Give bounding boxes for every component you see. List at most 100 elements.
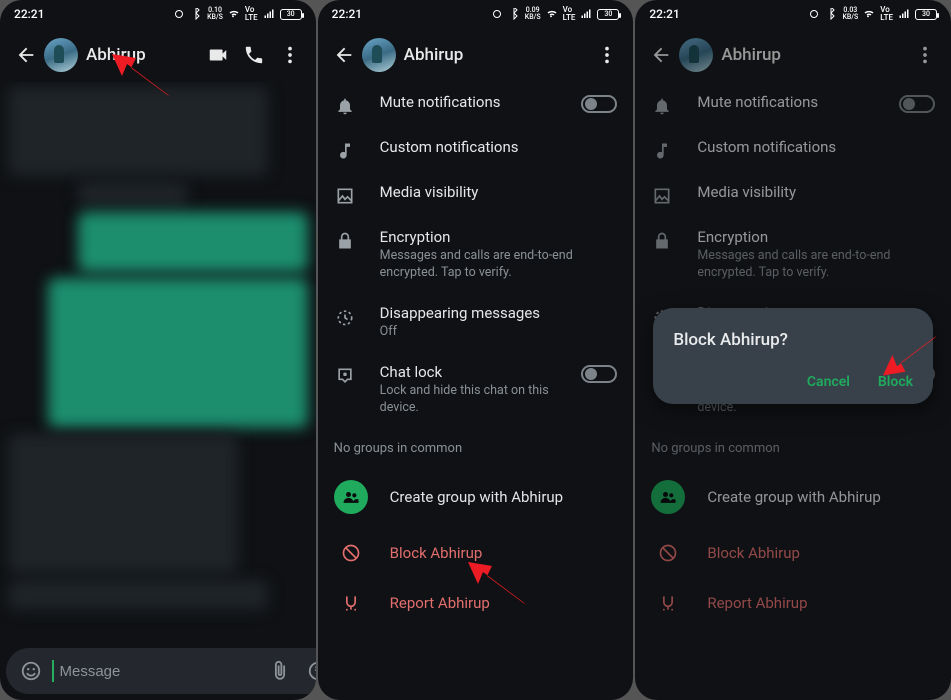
media-visibility-row: Media visibility: [635, 172, 951, 217]
video-call-button[interactable]: [200, 37, 236, 73]
report-row[interactable]: Report Abhirup: [318, 578, 634, 628]
dialog-cancel-button[interactable]: Cancel: [807, 374, 850, 390]
battery-indicator: 30: [597, 9, 619, 20]
lock-icon: [651, 228, 673, 251]
setting-title: Encryption: [697, 228, 935, 246]
mute-toggle[interactable]: [581, 95, 617, 113]
message-in[interactable]: [8, 580, 268, 610]
back-button[interactable]: [8, 37, 44, 73]
alarm-icon: [808, 8, 820, 20]
message-out[interactable]: [48, 278, 308, 428]
chat-lock-row[interactable]: Chat lock Lock and hide this chat on this…: [318, 352, 634, 428]
status-bar: 22:21 0.09KB/S VoLTE 30: [318, 0, 634, 28]
payment-button[interactable]: [301, 654, 316, 688]
status-time: 22:21: [649, 7, 679, 21]
bluetooth-icon: [508, 8, 520, 20]
message-out[interactable]: [78, 212, 308, 272]
groups-label: No groups in common: [318, 427, 634, 466]
encryption-row[interactable]: EncryptionMessages and calls are end-to-…: [318, 217, 634, 293]
block-row[interactable]: Block Abhirup: [318, 528, 634, 578]
contact-name[interactable]: Abhirup: [721, 45, 907, 65]
more-menu-button[interactable]: [589, 37, 625, 73]
volte-indicator: VoLTE: [880, 6, 893, 22]
setting-subtitle: Messages and calls are end-to-end encryp…: [697, 248, 935, 282]
chat-body[interactable]: [0, 82, 316, 642]
setting-title: Media visibility: [380, 183, 618, 201]
contact-name[interactable]: Abhirup: [86, 45, 200, 65]
mute-notifications-row[interactable]: Mute notifications: [318, 82, 634, 127]
more-menu-button[interactable]: [272, 37, 308, 73]
dialog-block-button[interactable]: Block: [878, 374, 913, 390]
signal-icon: [263, 8, 275, 20]
mute-notifications-row: Mute notifications: [635, 82, 951, 127]
group-icon: [334, 480, 368, 514]
back-button[interactable]: [326, 37, 362, 73]
chat-header: Abhirup: [0, 28, 316, 82]
message-in[interactable]: [8, 86, 268, 176]
more-menu-button[interactable]: [907, 37, 943, 73]
wifi-icon: [546, 8, 558, 20]
message-input[interactable]: [60, 663, 259, 680]
status-bar: 22:21 0.03KB/S VoLTE 30: [635, 0, 951, 28]
setting-title: Custom notifications: [380, 138, 618, 156]
action-label: Block Abhirup: [707, 544, 800, 562]
block-confirm-dialog: Block Abhirup? Cancel Block: [653, 308, 933, 404]
custom-notifications-row: Custom notifications: [635, 127, 951, 172]
network-speed: 0.09KB/S: [525, 7, 541, 21]
action-label: Block Abhirup: [390, 544, 483, 562]
action-label: Report Abhirup: [390, 594, 490, 612]
setting-title: Mute notifications: [697, 93, 875, 111]
lock-icon: [334, 228, 356, 251]
status-bar: 22:21 0.10KB/S VoLTE 30: [0, 0, 316, 28]
mute-toggle: [899, 95, 935, 113]
info-header: Abhirup: [635, 28, 951, 82]
battery-indicator: 30: [915, 9, 937, 20]
image-icon: [651, 183, 673, 206]
setting-subtitle: Lock and hide this chat on this device.: [380, 383, 558, 417]
setting-title: Chat lock: [380, 363, 558, 381]
block-icon: [340, 542, 362, 564]
action-label: Create group with Abhirup: [390, 488, 563, 506]
timer-icon: [334, 304, 356, 327]
block-row: Block Abhirup: [635, 528, 951, 578]
text-cursor: [52, 660, 54, 682]
contact-settings-list[interactable]: Mute notifications Custom notifications …: [318, 82, 634, 700]
message-in[interactable]: [78, 182, 188, 206]
attach-button[interactable]: [263, 654, 297, 688]
group-icon: [651, 480, 685, 514]
message-in[interactable]: [8, 434, 238, 574]
setting-subtitle: Off: [380, 324, 618, 341]
create-group-row: Create group with Abhirup: [635, 466, 951, 528]
setting-title: Disappearing messages: [380, 304, 618, 322]
contact-name[interactable]: Abhirup: [404, 45, 590, 65]
groups-label: No groups in common: [635, 427, 951, 466]
back-button[interactable]: [643, 37, 679, 73]
setting-title: Custom notifications: [697, 138, 935, 156]
emoji-button[interactable]: [14, 654, 48, 688]
action-label: Create group with Abhirup: [707, 488, 880, 506]
media-visibility-row[interactable]: Media visibility: [318, 172, 634, 217]
bell-icon: [651, 93, 673, 116]
report-icon: [657, 592, 679, 614]
status-time: 22:21: [332, 7, 362, 21]
custom-notifications-row[interactable]: Custom notifications: [318, 127, 634, 172]
voice-call-button[interactable]: [236, 37, 272, 73]
contact-avatar[interactable]: [679, 38, 713, 72]
report-icon: [340, 592, 362, 614]
create-group-row[interactable]: Create group with Abhirup: [318, 466, 634, 528]
signal-icon: [898, 8, 910, 20]
report-row: Report Abhirup: [635, 578, 951, 628]
input-bar: [6, 648, 310, 694]
action-label: Report Abhirup: [707, 594, 807, 612]
phone-2-contact-info: 22:21 0.09KB/S VoLTE 30 Abhirup Mute not…: [318, 0, 634, 700]
wifi-icon: [863, 8, 875, 20]
contact-avatar[interactable]: [362, 38, 396, 72]
disappearing-messages-row[interactable]: Disappearing messages Off: [318, 293, 634, 352]
chat-lock-toggle[interactable]: [581, 365, 617, 383]
message-input-pill: [6, 648, 316, 694]
contact-avatar[interactable]: [44, 38, 78, 72]
phone-3-block-dialog: 22:21 0.03KB/S VoLTE 30 Abhirup Mute not…: [635, 0, 951, 700]
alarm-icon: [173, 8, 185, 20]
setting-title: Encryption: [380, 228, 618, 246]
battery-indicator: 30: [280, 9, 302, 20]
